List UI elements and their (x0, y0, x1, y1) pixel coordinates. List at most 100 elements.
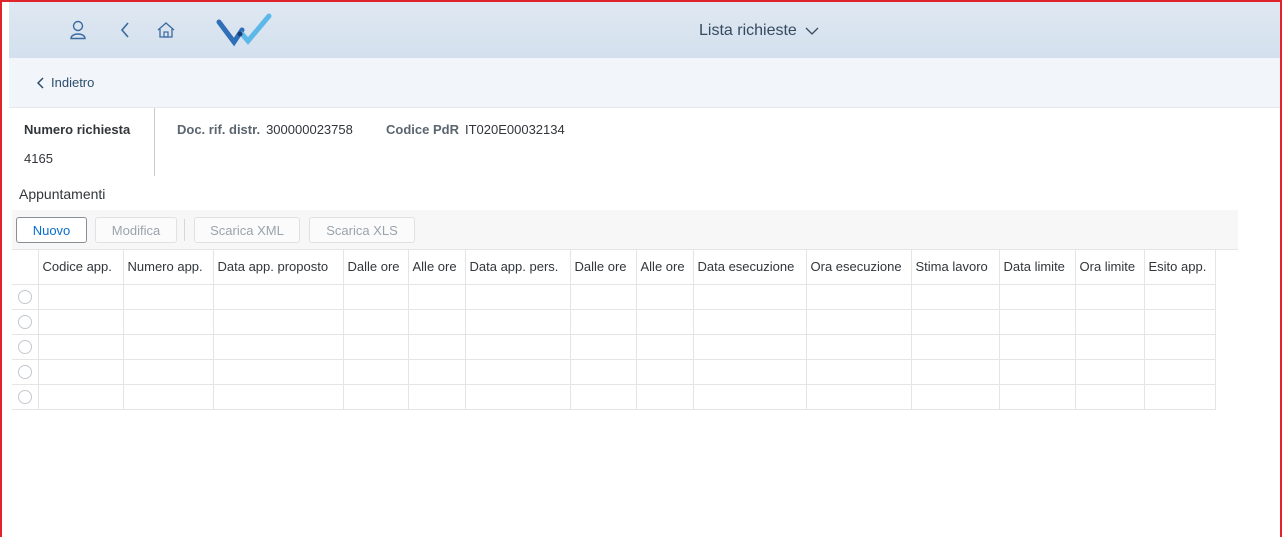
table-cell[interactable] (38, 384, 124, 410)
table-cell[interactable] (465, 309, 571, 335)
table-cell[interactable] (636, 284, 694, 310)
table-cell[interactable] (408, 384, 466, 410)
table-cell[interactable] (570, 309, 637, 335)
table-cell[interactable] (806, 334, 912, 360)
table-cell[interactable] (213, 284, 344, 310)
table-cell[interactable] (343, 334, 409, 360)
table-cell[interactable] (1144, 384, 1216, 410)
table-cell[interactable] (123, 384, 214, 410)
table-cell[interactable] (570, 284, 637, 310)
table-cell[interactable] (1075, 309, 1145, 335)
row-radio-button[interactable] (17, 340, 32, 355)
new-button[interactable]: Nuovo (16, 217, 87, 243)
table-cell[interactable] (911, 309, 1000, 335)
table-cell[interactable] (911, 384, 1000, 410)
row-radio-button[interactable] (17, 390, 32, 405)
app-title-menu[interactable]: Lista richieste (699, 22, 819, 40)
table-cell[interactable] (213, 309, 344, 335)
table-cell[interactable] (1144, 309, 1216, 335)
table-row[interactable] (12, 384, 1216, 410)
table-cell[interactable] (213, 334, 344, 360)
column-header[interactable]: Data app. pers. (465, 250, 571, 285)
row-radio-button[interactable] (17, 315, 32, 330)
row-radio-button[interactable] (17, 365, 32, 380)
column-header[interactable]: Dalle ore (343, 250, 409, 285)
row-radio-button[interactable] (17, 290, 32, 305)
table-cell[interactable] (465, 359, 571, 385)
edit-button[interactable]: Modifica (95, 217, 177, 243)
table-cell[interactable] (1075, 384, 1145, 410)
table-cell[interactable] (1075, 334, 1145, 360)
column-header[interactable]: Esito app. (1144, 250, 1216, 285)
table-cell[interactable] (570, 359, 637, 385)
table-cell[interactable] (213, 359, 344, 385)
download-xml-button[interactable]: Scarica XML (194, 217, 300, 243)
back-icon[interactable] (111, 16, 139, 44)
table-cell[interactable] (343, 359, 409, 385)
table-cell[interactable] (693, 309, 807, 335)
table-cell[interactable] (38, 309, 124, 335)
table-cell[interactable] (636, 384, 694, 410)
table-cell[interactable] (408, 309, 466, 335)
table-cell[interactable] (806, 359, 912, 385)
table-cell[interactable] (693, 284, 807, 310)
table-cell[interactable] (408, 334, 466, 360)
table-cell[interactable] (1144, 359, 1216, 385)
table-cell[interactable] (123, 334, 214, 360)
table-cell[interactable] (123, 359, 214, 385)
table-cell[interactable] (465, 384, 571, 410)
table-cell[interactable] (806, 384, 912, 410)
table-cell[interactable] (38, 359, 124, 385)
table-cell[interactable] (570, 384, 637, 410)
column-header[interactable]: Stima lavoro (911, 250, 1000, 285)
user-icon[interactable] (64, 16, 92, 44)
table-cell[interactable] (693, 334, 807, 360)
table-cell[interactable] (693, 384, 807, 410)
table-row[interactable] (12, 334, 1216, 360)
table-cell[interactable] (38, 334, 124, 360)
table-cell[interactable] (911, 359, 1000, 385)
table-cell[interactable] (408, 284, 466, 310)
table-cell[interactable] (999, 284, 1076, 310)
table-cell[interactable] (213, 384, 344, 410)
table-cell[interactable] (806, 284, 912, 310)
table-cell[interactable] (1075, 284, 1145, 310)
table-cell[interactable] (343, 309, 409, 335)
table-cell[interactable] (999, 309, 1076, 335)
column-header[interactable]: Data esecuzione (693, 250, 807, 285)
column-header[interactable]: Ora esecuzione (806, 250, 912, 285)
table-row[interactable] (12, 359, 1216, 385)
table-cell[interactable] (343, 284, 409, 310)
table-row[interactable] (12, 284, 1216, 310)
table-cell[interactable] (343, 384, 409, 410)
table-cell[interactable] (636, 359, 694, 385)
column-header[interactable]: Numero app. (123, 250, 214, 285)
table-row[interactable] (12, 309, 1216, 335)
table-cell[interactable] (1075, 359, 1145, 385)
company-logo[interactable] (214, 10, 274, 50)
column-header[interactable]: Data limite (999, 250, 1076, 285)
table-cell[interactable] (408, 359, 466, 385)
table-cell[interactable] (911, 284, 1000, 310)
table-cell[interactable] (123, 284, 214, 310)
back-link[interactable]: Indietro (37, 75, 94, 90)
table-cell[interactable] (999, 384, 1076, 410)
column-header[interactable]: Codice app. (38, 250, 124, 285)
home-icon[interactable] (152, 16, 180, 44)
column-header[interactable]: Dalle ore (570, 250, 637, 285)
table-cell[interactable] (1144, 284, 1216, 310)
table-cell[interactable] (806, 309, 912, 335)
table-cell[interactable] (465, 334, 571, 360)
table-cell[interactable] (1144, 334, 1216, 360)
column-header[interactable]: Data app. proposto (213, 250, 344, 285)
column-header[interactable]: Alle ore (408, 250, 466, 285)
table-cell[interactable] (911, 334, 1000, 360)
table-cell[interactable] (38, 284, 124, 310)
table-cell[interactable] (570, 334, 637, 360)
table-cell[interactable] (123, 309, 214, 335)
table-cell[interactable] (465, 284, 571, 310)
download-xls-button[interactable]: Scarica XLS (309, 217, 415, 243)
column-header[interactable]: Ora limite (1075, 250, 1145, 285)
table-cell[interactable] (693, 359, 807, 385)
table-cell[interactable] (636, 309, 694, 335)
